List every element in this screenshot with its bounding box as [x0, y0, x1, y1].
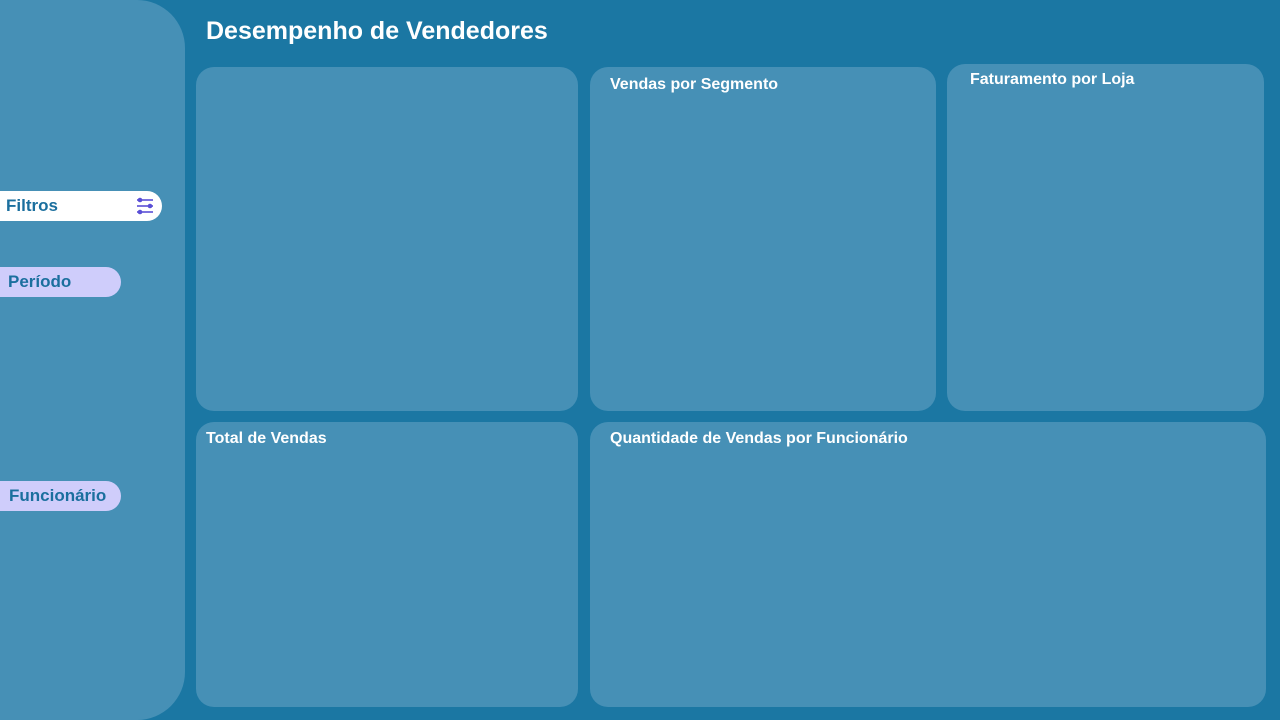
filters-toggle-button[interactable]: Filtros [0, 191, 162, 221]
funcionario-filter-button[interactable]: Funcionário [0, 481, 121, 511]
vendas-por-funcionario-card: Quantidade de Vendas por Funcionário [590, 422, 1266, 707]
total-de-vendas-title: Total de Vendas [206, 430, 327, 447]
total-de-vendas-card: Total de Vendas [196, 422, 578, 707]
vendas-por-segmento-card: Vendas por Segmento [590, 67, 936, 411]
summary-card [196, 67, 578, 411]
filters-label: Filtros [6, 196, 58, 215]
periodo-label: Período [8, 272, 72, 291]
sidebar: Filtros Período Funcionário [0, 0, 185, 720]
faturamento-por-loja-card: Faturamento por Loja [947, 64, 1264, 411]
vendas-por-funcionario-title: Quantidade de Vendas por Funcionário [610, 430, 908, 447]
sliders-icon[interactable] [134, 195, 156, 217]
periodo-filter-button[interactable]: Período [0, 267, 121, 297]
vendas-por-segmento-title: Vendas por Segmento [610, 76, 779, 93]
faturamento-por-loja-title: Faturamento por Loja [970, 71, 1135, 88]
page-title: Desempenho de Vendedores [206, 17, 548, 45]
funcionario-label: Funcionário [9, 486, 107, 505]
